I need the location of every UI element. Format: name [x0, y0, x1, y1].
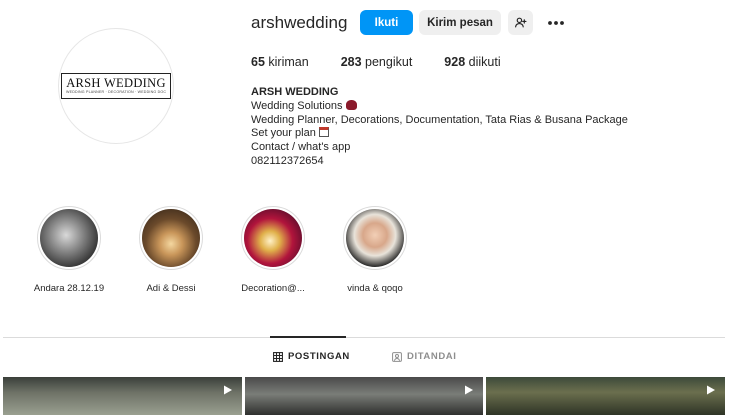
bio-plan: Set your plan: [251, 127, 316, 140]
story-highlight[interactable]: vinda & qoqo: [343, 206, 407, 294]
profile-stats: 65 kiriman 283 pengikut 928 diikuti: [251, 55, 533, 69]
followers-label: pengikut: [365, 55, 413, 69]
reel-icon: [224, 385, 232, 395]
more-options-button[interactable]: [544, 10, 568, 35]
more-horizontal-icon: [548, 20, 564, 25]
followers-count: 283: [340, 55, 362, 69]
profile-bio: ARSH WEDDING Wedding Solutions Wedding P…: [251, 86, 628, 169]
suggest-users-button[interactable]: [508, 10, 533, 35]
highlight-ring: [139, 206, 203, 270]
highlight-label: vinda & qoqo: [347, 283, 403, 294]
highlight-ring: [241, 206, 305, 270]
story-highlight[interactable]: Andara 28.12.19: [34, 206, 104, 294]
post-thumbnail[interactable]: [245, 377, 483, 415]
tab-tagged-label: DITANDAI: [407, 351, 457, 362]
bouquet-icon: [345, 99, 357, 110]
logo-title: ARSH WEDDING: [66, 76, 166, 90]
story-highlight[interactable]: Decoration@...: [241, 206, 305, 294]
tab-posts-label: POSTINGAN: [288, 351, 350, 362]
reel-icon: [465, 385, 473, 395]
person-add-icon: [515, 17, 527, 28]
highlight-ring: [37, 206, 101, 270]
active-tab-indicator: [270, 336, 346, 338]
stat-followers[interactable]: 283 pengikut: [341, 55, 413, 69]
highlight-cover: [244, 209, 302, 267]
following-label: diikuti: [468, 55, 501, 69]
send-message-button[interactable]: Kirim pesan: [419, 10, 501, 35]
highlight-label: Adi & Dessi: [146, 283, 196, 294]
bio-line: Set your plan: [251, 127, 628, 141]
highlight-cover: [142, 209, 200, 267]
logo-subtitle: WEDDING PLANNER · DECORATION · WEDDING D…: [66, 90, 166, 94]
highlight-cover: [40, 209, 98, 267]
highlight-cover: [346, 209, 404, 267]
post-thumbnail[interactable]: [3, 377, 242, 415]
following-count: 928: [444, 55, 466, 69]
profile-avatar[interactable]: ARSH WEDDING WEDDING PLANNER · DECORATIO…: [58, 28, 174, 144]
highlight-label: Andara 28.12.19: [33, 283, 105, 294]
follow-button[interactable]: Ikuti: [360, 10, 413, 35]
tabs-divider: [3, 337, 725, 338]
bio-phone: 082112372654: [251, 154, 324, 167]
tagged-user-icon: [392, 351, 402, 362]
bio-contact-label: Contact / what's app: [251, 141, 351, 154]
posts-count: 65: [251, 55, 265, 69]
highlight-ring: [343, 206, 407, 270]
brand-logo: ARSH WEDDING WEDDING PLANNER · DECORATIO…: [61, 73, 171, 99]
stat-following[interactable]: 928 diikuti: [444, 55, 500, 69]
bio-name: ARSH WEDDING: [251, 86, 339, 98]
tab-tagged[interactable]: DITANDAI: [392, 351, 456, 362]
reel-icon: [707, 385, 715, 395]
story-highlight[interactable]: Adi & Dessi: [139, 206, 203, 294]
highlight-label: Decoration@...: [241, 283, 305, 294]
tab-posts[interactable]: POSTINGAN: [273, 351, 350, 362]
post-thumbnail[interactable]: [486, 377, 725, 415]
bio-services: Wedding Planner, Decorations, Documentat…: [251, 113, 628, 126]
profile-username: arshwedding: [251, 13, 348, 32]
bio-line: Wedding Solutions: [251, 99, 628, 114]
stat-posts: 65 kiriman: [251, 55, 309, 69]
bio-tagline: Wedding Solutions: [251, 99, 343, 112]
calendar-icon: [318, 127, 329, 138]
grid-icon: [273, 351, 283, 362]
posts-label: kiriman: [268, 55, 309, 69]
